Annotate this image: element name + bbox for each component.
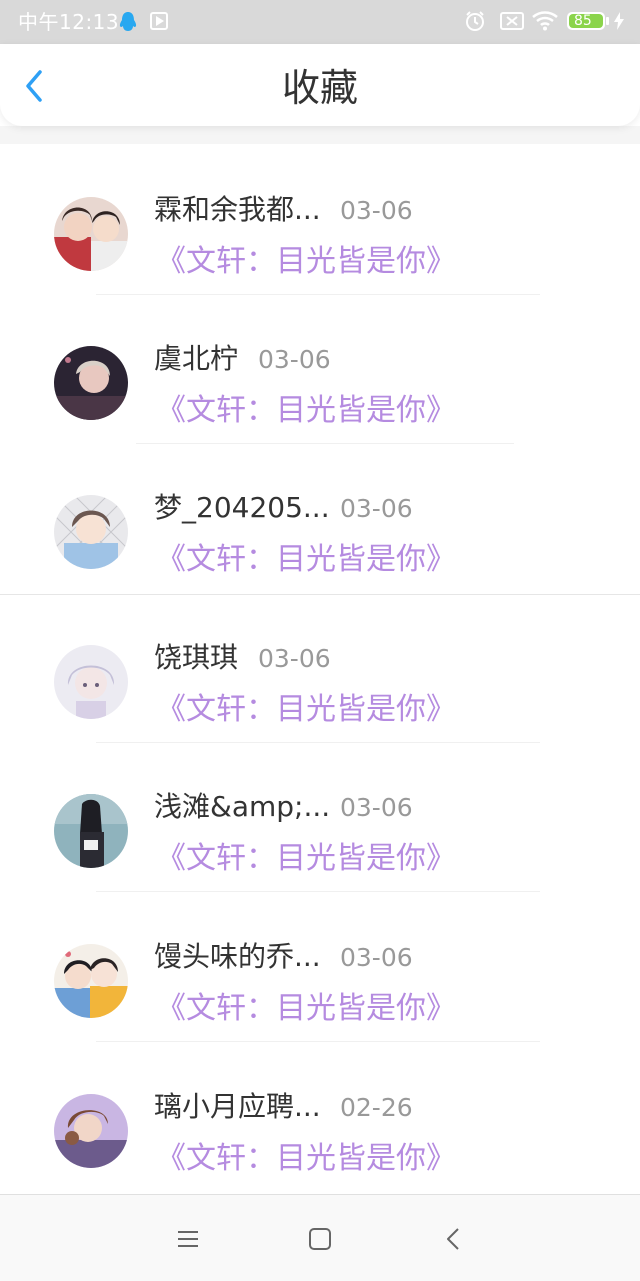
home-button[interactable] xyxy=(302,1221,338,1257)
triangle-back-icon xyxy=(447,1228,459,1250)
list-item[interactable]: 璃小月应聘... 02-26 《文轩：目光皆是你》 xyxy=(0,1023,640,1176)
page-title: 收藏 xyxy=(281,66,358,110)
system-nav-bar xyxy=(0,1194,640,1281)
qq-penguin-icon xyxy=(118,10,138,32)
avatar[interactable] xyxy=(54,645,128,719)
user-name[interactable]: 璃小月应聘... xyxy=(154,1089,321,1125)
system-back-button[interactable] xyxy=(436,1221,472,1257)
wifi-icon xyxy=(532,11,558,33)
favorite-date: 03-06 xyxy=(340,793,413,822)
list-item[interactable]: 浅滩&amp;... 03-06 《文轩：目光皆是你》 xyxy=(0,723,640,892)
favorites-list: 霖和余我都... 03-06 《文轩：目光皆是你》 虞北柠 03-06 《文轩：… xyxy=(0,126,640,1194)
app-header: 收藏 xyxy=(0,44,640,126)
battery-icon: 85 xyxy=(566,10,610,32)
alarm-icon xyxy=(464,10,486,32)
list-item[interactable]: 饶琪琪 03-06 《文轩：目光皆是你》 xyxy=(0,574,640,743)
user-name[interactable]: 饶琪琪 xyxy=(154,640,238,676)
list-item[interactable]: 虞北柠 03-06 《文轩：目光皆是你》 xyxy=(0,275,640,444)
video-play-icon xyxy=(150,12,168,34)
charging-icon xyxy=(614,12,624,34)
avatar[interactable] xyxy=(54,495,128,569)
favorite-date: 03-06 xyxy=(340,494,413,523)
favorite-date: 03-06 xyxy=(340,943,413,972)
user-name[interactable]: 浅滩&amp;... xyxy=(154,789,330,825)
user-name[interactable]: 馒头味的乔... xyxy=(154,939,321,975)
favorite-date: 03-06 xyxy=(340,196,413,225)
avatar[interactable] xyxy=(54,197,128,271)
favorite-date: 03-06 xyxy=(258,644,331,673)
list-item[interactable]: 馒头味的乔... 03-06 《文轩：目光皆是你》 xyxy=(0,873,640,1042)
square-home-icon xyxy=(309,1228,331,1250)
user-name[interactable]: 霖和余我都... xyxy=(154,192,321,228)
avatar[interactable] xyxy=(54,794,128,868)
status-time: 中午12:13 xyxy=(18,10,120,34)
user-name[interactable]: 梦_204205... xyxy=(154,490,330,526)
avatar[interactable] xyxy=(54,944,128,1018)
user-name[interactable]: 虞北柠 xyxy=(154,341,238,377)
status-bar: 中午12:13 85 xyxy=(0,0,640,44)
favorite-date: 03-06 xyxy=(258,345,331,374)
avatar[interactable] xyxy=(54,346,128,420)
no-sim-icon xyxy=(500,12,524,34)
menu-icon xyxy=(178,1231,198,1247)
favorite-date: 02-26 xyxy=(340,1093,413,1122)
list-item[interactable]: 梦_204205... 03-06 《文轩：目光皆是你》 xyxy=(0,424,640,577)
menu-button[interactable] xyxy=(170,1221,206,1257)
work-title-link[interactable]: 《文轩：目光皆是你》 xyxy=(156,1139,456,1179)
battery-level: 85 xyxy=(574,13,592,29)
avatar[interactable] xyxy=(54,1094,128,1168)
list-item[interactable]: 霖和余我都... 03-06 《文轩：目光皆是你》 xyxy=(0,126,640,295)
